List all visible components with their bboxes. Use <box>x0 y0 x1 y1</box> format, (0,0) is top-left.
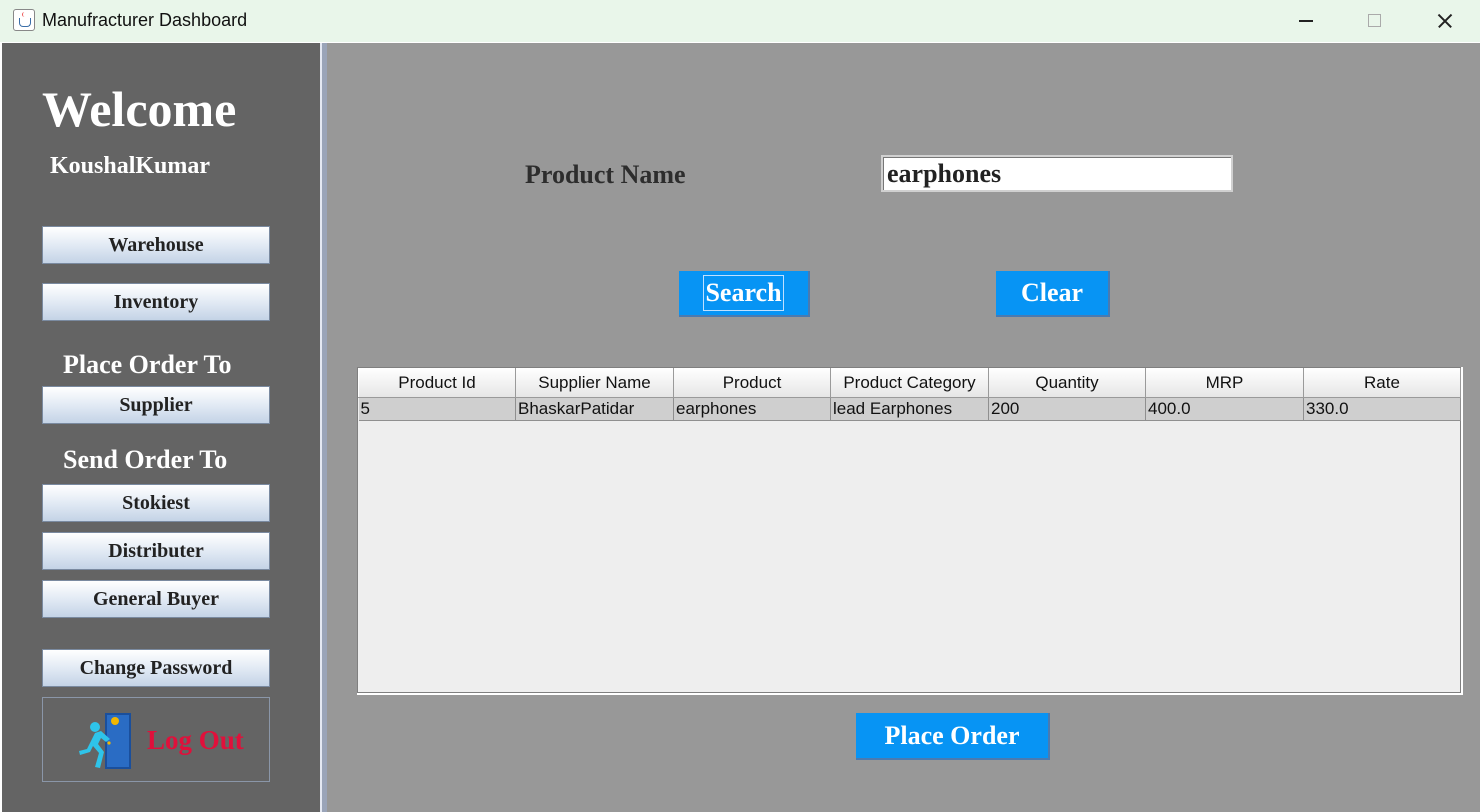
place-order-to-heading: Place Order To <box>63 350 232 379</box>
minimize-button[interactable] <box>1272 0 1340 42</box>
results-table[interactable]: Product Id Supplier Name Product Product… <box>357 367 1463 695</box>
clear-button[interactable]: Clear <box>996 271 1110 317</box>
exit-door-icon <box>79 713 131 769</box>
general-buyer-button[interactable]: General Buyer <box>42 580 270 618</box>
table-cell[interactable]: 200 <box>988 397 1146 421</box>
column-header[interactable]: Product Category <box>830 368 989 398</box>
title-bar: Manufracturer Dashboard <box>0 0 1480 42</box>
table-cell[interactable]: lead Earphones <box>830 397 989 421</box>
welcome-heading: Welcome <box>42 81 237 137</box>
table-cell[interactable]: 400.0 <box>1145 397 1304 421</box>
warehouse-button[interactable]: Warehouse <box>42 226 270 264</box>
products-table: Product Id Supplier Name Product Product… <box>358 368 1461 421</box>
table-header-row: Product Id Supplier Name Product Product… <box>358 368 1461 398</box>
maximize-button[interactable] <box>1340 0 1408 42</box>
table-row[interactable]: 5 BhaskarPatidar earphones lead Earphone… <box>358 397 1461 421</box>
send-order-to-heading: Send Order To <box>63 445 228 474</box>
window-title: Manufracturer Dashboard <box>42 10 248 30</box>
column-header[interactable]: Product <box>673 368 831 398</box>
logout-button[interactable]: Log Out <box>42 697 270 782</box>
search-button[interactable]: Search <box>679 271 810 317</box>
close-button[interactable] <box>1410 0 1478 42</box>
column-header[interactable]: Supplier Name <box>515 368 674 398</box>
logout-label: Log Out <box>147 725 244 755</box>
table-cell[interactable]: BhaskarPatidar <box>515 397 674 421</box>
table-cell[interactable]: 330.0 <box>1303 397 1461 421</box>
inventory-button[interactable]: Inventory <box>42 283 270 321</box>
table-cell[interactable]: earphones <box>673 397 831 421</box>
stokiest-button[interactable]: Stokiest <box>42 484 270 522</box>
supplier-button[interactable]: Supplier <box>42 386 270 424</box>
search-label: Search <box>703 275 784 311</box>
split-divider[interactable] <box>320 43 327 812</box>
column-header[interactable]: Quantity <box>988 368 1146 398</box>
java-app-icon <box>13 9 35 31</box>
column-header[interactable]: Product Id <box>358 368 516 398</box>
place-order-button[interactable]: Place Order <box>856 713 1050 760</box>
product-name-label: Product Name <box>525 160 686 189</box>
distributer-button[interactable]: Distributer <box>42 532 270 570</box>
product-name-input[interactable] <box>881 155 1233 192</box>
table-cell[interactable]: 5 <box>358 397 516 421</box>
column-header[interactable]: Rate <box>1303 368 1461 398</box>
column-header[interactable]: MRP <box>1145 368 1304 398</box>
username-label: KoushalKumar <box>50 153 211 179</box>
change-password-button[interactable]: Change Password <box>42 649 270 687</box>
